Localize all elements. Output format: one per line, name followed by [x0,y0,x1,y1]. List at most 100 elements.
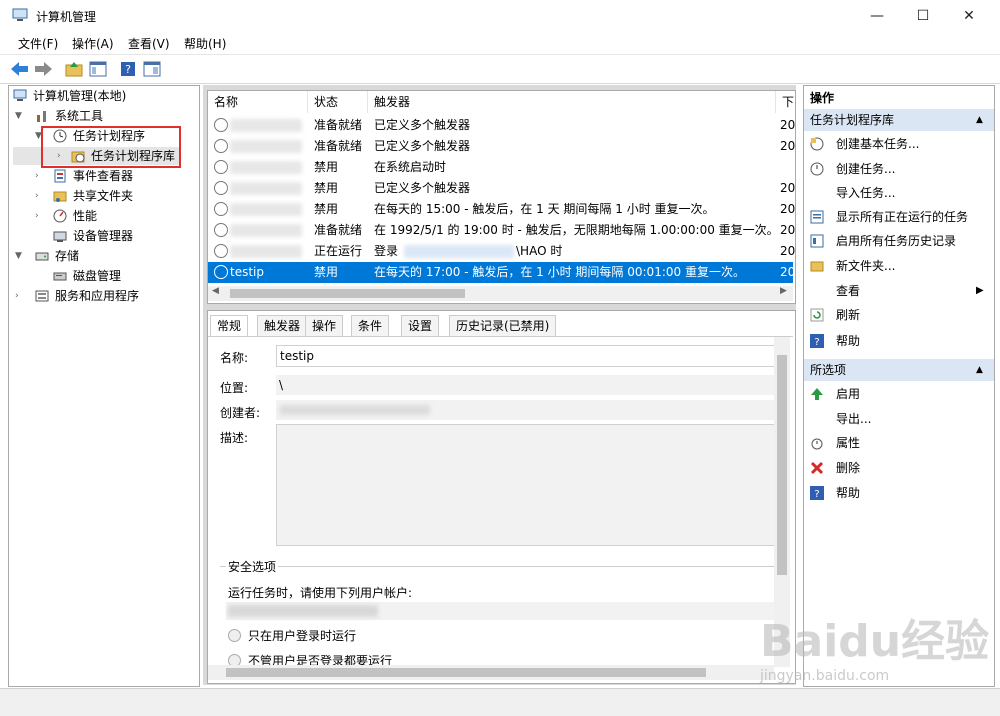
description-field[interactable] [276,424,776,546]
redacted-name [230,119,302,132]
column-header-name[interactable]: 名称 [208,91,308,113]
event-viewer-icon [54,169,66,183]
scroll-left-icon[interactable]: ◀ [212,286,219,296]
horizontal-scrollbar[interactable]: ◀ ▶ [208,286,793,301]
table-row[interactable]: 禁用 已定义多个触发器 20 [208,178,795,199]
svg-text:?: ? [814,337,819,348]
radio-logged-on[interactable] [228,629,241,642]
action-new-folder[interactable]: 新文件夹... [804,256,994,276]
collapse-icon[interactable]: ▲ [976,109,983,131]
action-delete[interactable]: 删除 [804,458,994,478]
action-enable[interactable]: 启用 [804,384,994,404]
table-row[interactable]: 准备就绪 已定义多个触发器 20 [208,115,795,136]
tools-icon [37,111,46,122]
row-status: 准备就绪 [314,118,363,132]
menu-view[interactable]: 查看(V) [128,35,170,52]
scrollbar-thumb[interactable] [230,289,465,298]
collapse-icon[interactable]: ▲ [976,359,983,381]
show-action-pane-button[interactable] [142,59,162,79]
tab-triggers[interactable]: 触发器 [257,315,308,336]
redacted-user [404,245,514,258]
chevron-right-icon[interactable]: › [15,287,25,305]
row-status: 禁用 [314,202,339,216]
clock-icon [214,181,228,195]
table-row[interactable]: 正在运行 登录 \HAO 时 20 [208,241,795,262]
action-create-task[interactable]: 创建任务... [804,159,994,179]
redacted-name [230,224,302,237]
name-field[interactable]: testip [276,345,776,367]
row-trigger: 在 1992/5/1 的 19:00 时 - 触发后，无限期地每隔 1.00:0… [374,223,774,237]
arrow-left-icon [11,62,28,76]
tree-event-viewer-label: 事件查看器 [73,169,134,183]
action-enable-history[interactable]: 启用所有任务历史记录 [804,231,994,251]
action-create-basic-task[interactable]: 创建基本任务... [804,134,994,154]
redacted-account [228,605,378,617]
forward-button[interactable] [34,59,54,79]
table-row[interactable]: 准备就绪 已定义多个触发器 20 [208,136,795,157]
scrollbar-thumb[interactable] [777,355,787,575]
folder-up-icon [65,62,83,77]
user-account-field [226,602,776,620]
storage-icon [35,252,49,261]
row-name: testip [230,265,264,279]
tab-general[interactable]: 常规 [210,315,249,336]
chevron-right-icon[interactable]: › [35,207,45,225]
row-status: 准备就绪 [314,139,363,153]
menu-help[interactable]: 帮助(H) [184,35,226,52]
disk-icon [53,272,67,281]
chevron-down-icon[interactable]: ▼ [15,247,25,265]
tree-storage-label: 存储 [55,249,80,263]
show-tree-button[interactable] [88,59,108,79]
row-trigger: 已定义多个触发器 [374,181,471,195]
action-help[interactable]: ? 帮助 [804,331,994,351]
column-header-status[interactable]: 状态 [308,91,368,113]
column-header-trigger[interactable]: 触发器 [368,91,776,113]
tree-shared-folders-label: 共享文件夹 [73,189,134,203]
tab-settings[interactable]: 设置 [401,315,440,336]
action-show-running[interactable]: 显示所有正在运行的任务 [804,207,994,227]
maximize-button[interactable]: ☐ [900,0,946,32]
action-pane-icon [143,61,161,77]
table-row-selected[interactable]: testip 禁用 在每天的 17:00 - 触发后，在 1 小时 期间每隔 0… [208,262,795,283]
action-refresh[interactable]: 刷新 [804,305,994,325]
section-title: 任务计划程序库 [810,113,895,127]
tab-actions[interactable]: 操作 [305,315,344,336]
tab-conditions[interactable]: 条件 [351,315,390,336]
help-button[interactable]: ? [118,59,138,79]
section-selected-item[interactable]: 所选项 ▲ [804,359,994,381]
console-tree-icon [89,61,107,77]
up-folder-button[interactable] [64,59,84,79]
back-button[interactable] [10,59,30,79]
chevron-down-icon[interactable]: ▼ [15,107,25,125]
chevron-right-icon[interactable]: › [35,167,45,185]
running-tasks-icon [810,210,824,224]
tree-root-label: 计算机管理(本地) [33,89,127,103]
row-status: 禁用 [314,181,339,195]
minimize-button[interactable]: — [854,0,900,32]
table-row[interactable]: 准备就绪 在 1992/5/1 的 19:00 时 - 触发后，无限期地每隔 1… [208,220,795,241]
section-task-library[interactable]: 任务计划程序库 ▲ [804,109,994,131]
action-import-task[interactable]: 导入任务... [804,183,994,203]
device-manager-icon [53,231,67,242]
column-header-next[interactable]: 下 [776,91,795,113]
history-icon [810,234,824,248]
chevron-right-icon[interactable]: › [35,187,45,205]
action-help-selected[interactable]: ? 帮助 [804,483,994,503]
scroll-right-icon[interactable]: ▶ [780,286,787,296]
menu-file[interactable]: 文件(F) [18,35,58,52]
menu-action[interactable]: 操作(A) [72,35,114,52]
action-view[interactable]: 查看 ▶ [804,281,994,301]
clock-icon [214,223,228,237]
name-label: 名称: [220,351,249,365]
status-bar [0,688,1000,716]
action-export[interactable]: 导出... [804,409,994,429]
services-icon [35,290,49,302]
action-properties[interactable]: 属性 [804,433,994,453]
scrollbar-thumb[interactable] [226,668,706,677]
tab-history[interactable]: 历史记录(已禁用) [449,315,557,336]
table-row[interactable]: 禁用 在系统启动时 [208,157,793,178]
clock-icon [214,139,228,153]
table-row[interactable]: 禁用 在每天的 15:00 - 触发后，在 1 天 期间每隔 1 小时 重复一次… [208,199,795,220]
close-button[interactable]: ✕ [946,0,992,32]
horizontal-scrollbar[interactable] [208,665,774,680]
